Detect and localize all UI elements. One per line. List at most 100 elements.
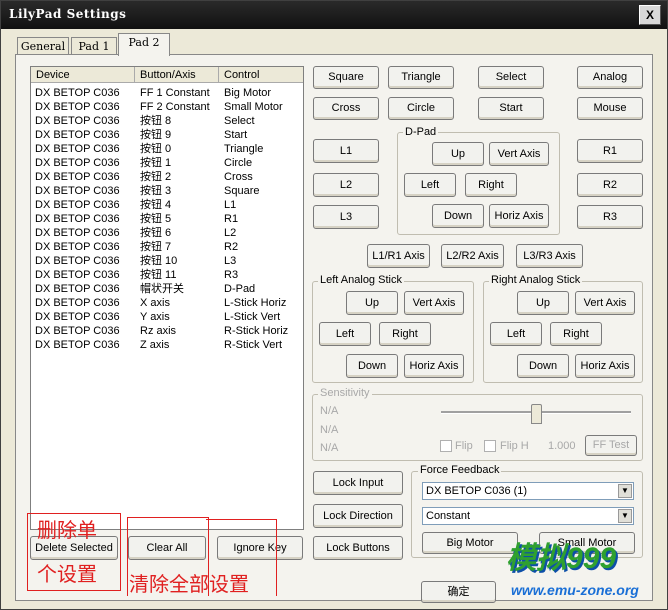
l2-r2-axis-button[interactable]: L2/R2 Axis bbox=[441, 244, 504, 268]
select-button[interactable]: Select bbox=[478, 66, 544, 89]
column-header-device[interactable]: Device bbox=[31, 67, 135, 83]
sensitivity-na-3: N/A bbox=[320, 442, 339, 454]
chevron-down-icon[interactable]: ▼ bbox=[618, 509, 632, 523]
square-button[interactable]: Square bbox=[313, 66, 379, 89]
window-title: LilyPad Settings bbox=[9, 7, 127, 21]
left-stick-left-button[interactable]: Left bbox=[319, 322, 371, 346]
row-control: Small Motor bbox=[224, 101, 283, 113]
r3-button[interactable]: R3 bbox=[577, 205, 643, 229]
right-stick-down-button[interactable]: Down bbox=[517, 354, 569, 378]
right-stick-up-button[interactable]: Up bbox=[517, 291, 569, 315]
l3-r3-axis-button[interactable]: L3/R3 Axis bbox=[516, 244, 583, 268]
dpad-vert-axis-button[interactable]: Vert Axis bbox=[489, 142, 549, 166]
table-row[interactable]: DX BETOP C036 Rz axis R-Stick Horiz bbox=[31, 324, 303, 338]
annotation-delete-line2: 个设置 bbox=[37, 564, 97, 586]
ff-effect-select[interactable]: Constant ▼ bbox=[422, 507, 634, 525]
table-row[interactable]: DX BETOP C036 Y axis L-Stick Vert bbox=[31, 310, 303, 324]
row-device: DX BETOP C036 bbox=[35, 241, 120, 253]
table-row[interactable]: DX BETOP C036 按钮 3 Square bbox=[31, 184, 303, 198]
ok-button[interactable]: 确定 bbox=[421, 581, 496, 603]
table-row[interactable]: DX BETOP C036 按钮 6 L2 bbox=[31, 226, 303, 240]
row-button-axis: 按钮 0 bbox=[140, 143, 172, 155]
row-device: DX BETOP C036 bbox=[35, 269, 120, 281]
table-row[interactable]: DX BETOP C036 X axis L-Stick Horiz bbox=[31, 296, 303, 310]
table-row[interactable]: DX BETOP C036 Z axis R-Stick Vert bbox=[31, 338, 303, 352]
tab-pad-2[interactable]: Pad 2 bbox=[118, 33, 170, 56]
table-row[interactable]: DX BETOP C036 按钮 0 Triangle bbox=[31, 142, 303, 156]
lock-direction-button[interactable]: Lock Direction bbox=[313, 504, 403, 528]
row-control: R2 bbox=[224, 241, 239, 253]
flip-checkbox[interactable] bbox=[440, 440, 452, 452]
dpad-horiz-axis-button[interactable]: Horiz Axis bbox=[489, 204, 549, 228]
column-header-button-axis[interactable]: Button/Axis bbox=[135, 67, 219, 83]
right-stick-vert-axis-button[interactable]: Vert Axis bbox=[575, 291, 635, 315]
table-row[interactable]: DX BETOP C036 按钮 9 Start bbox=[31, 128, 303, 142]
column-header-control[interactable]: Control bbox=[219, 67, 303, 83]
circle-button[interactable]: Circle bbox=[388, 97, 454, 120]
chevron-down-icon[interactable]: ▼ bbox=[618, 484, 632, 498]
row-device: DX BETOP C036 bbox=[35, 129, 120, 141]
row-button-axis: 按钮 10 bbox=[140, 255, 178, 267]
table-row[interactable]: DX BETOP C036 按钮 1 Circle bbox=[31, 156, 303, 170]
lock-buttons-button[interactable]: Lock Buttons bbox=[313, 536, 403, 560]
right-analog-stick-label: Right Analog Stick bbox=[489, 274, 583, 286]
ff-effect-value: Constant bbox=[426, 510, 471, 522]
row-button-axis: 按钮 6 bbox=[140, 227, 172, 239]
row-control: L2 bbox=[224, 227, 237, 239]
right-stick-left-button[interactable]: Left bbox=[490, 322, 542, 346]
l2-button[interactable]: L2 bbox=[313, 173, 379, 197]
lock-input-button[interactable]: Lock Input bbox=[313, 471, 403, 495]
cross-button[interactable]: Cross bbox=[313, 97, 379, 120]
table-row[interactable]: DX BETOP C036 按钮 8 Select bbox=[31, 114, 303, 128]
left-stick-down-button[interactable]: Down bbox=[346, 354, 398, 378]
close-icon[interactable]: X bbox=[639, 5, 661, 25]
dpad-down-button[interactable]: Down bbox=[432, 204, 484, 228]
dpad-up-button[interactable]: Up bbox=[432, 142, 484, 166]
sensitivity-slider-thumb[interactable] bbox=[531, 404, 542, 424]
analog-button[interactable]: Analog bbox=[577, 66, 643, 89]
ff-device-select[interactable]: DX BETOP C036 (1) ▼ bbox=[422, 482, 634, 500]
flip-h-checkbox[interactable] bbox=[484, 440, 496, 452]
row-control: L1 bbox=[224, 199, 237, 211]
tab-pad-1[interactable]: Pad 1 bbox=[71, 37, 117, 55]
left-stick-horiz-axis-button[interactable]: Horiz Axis bbox=[404, 354, 464, 378]
table-row[interactable]: DX BETOP C036 FF 1 Constant Big Motor bbox=[31, 86, 303, 100]
l1-button[interactable]: L1 bbox=[313, 139, 379, 163]
r2-button[interactable]: R2 bbox=[577, 173, 643, 197]
table-row[interactable]: DX BETOP C036 FF 2 Constant Small Motor bbox=[31, 100, 303, 114]
triangle-button[interactable]: Triangle bbox=[388, 66, 454, 89]
row-button-axis: FF 2 Constant bbox=[140, 101, 210, 113]
row-device: DX BETOP C036 bbox=[35, 339, 120, 351]
table-row[interactable]: DX BETOP C036 帽状开关 D-Pad bbox=[31, 282, 303, 296]
watermark-logo: 模拟999 bbox=[506, 542, 617, 575]
row-button-axis: 按钮 5 bbox=[140, 213, 172, 225]
table-row[interactable]: DX BETOP C036 按钮 11 R3 bbox=[31, 268, 303, 282]
right-stick-right-button[interactable]: Right bbox=[550, 322, 602, 346]
table-row[interactable]: DX BETOP C036 按钮 4 L1 bbox=[31, 198, 303, 212]
table-row[interactable]: DX BETOP C036 按钮 2 Cross bbox=[31, 170, 303, 184]
dpad-left-button[interactable]: Left bbox=[404, 173, 456, 197]
start-button[interactable]: Start bbox=[478, 97, 544, 120]
table-row[interactable]: DX BETOP C036 按钮 10 L3 bbox=[31, 254, 303, 268]
left-stick-vert-axis-button[interactable]: Vert Axis bbox=[404, 291, 464, 315]
row-button-axis: X axis bbox=[140, 297, 170, 309]
left-stick-up-button[interactable]: Up bbox=[346, 291, 398, 315]
table-row[interactable]: DX BETOP C036 按钮 7 R2 bbox=[31, 240, 303, 254]
annotation-clear: 清除全部设置 bbox=[129, 574, 249, 596]
left-stick-right-button[interactable]: Right bbox=[379, 322, 431, 346]
big-motor-button[interactable]: Big Motor bbox=[422, 532, 518, 554]
l1-r1-axis-button[interactable]: L1/R1 Axis bbox=[367, 244, 430, 268]
mouse-button[interactable]: Mouse bbox=[577, 97, 643, 120]
r1-button[interactable]: R1 bbox=[577, 139, 643, 163]
tab-general[interactable]: General bbox=[17, 37, 69, 55]
row-device: DX BETOP C036 bbox=[35, 213, 120, 225]
binding-list[interactable]: Device Button/Axis Control DX BETOP C036… bbox=[30, 66, 304, 530]
row-control: Big Motor bbox=[224, 87, 272, 99]
l3-button[interactable]: L3 bbox=[313, 205, 379, 229]
dpad-right-button[interactable]: Right bbox=[465, 173, 517, 197]
row-control: Triangle bbox=[224, 143, 264, 155]
left-analog-stick-label: Left Analog Stick bbox=[318, 274, 404, 286]
table-row[interactable]: DX BETOP C036 按钮 5 R1 bbox=[31, 212, 303, 226]
ff-test-button[interactable]: FF Test bbox=[585, 435, 637, 456]
right-stick-horiz-axis-button[interactable]: Horiz Axis bbox=[575, 354, 635, 378]
